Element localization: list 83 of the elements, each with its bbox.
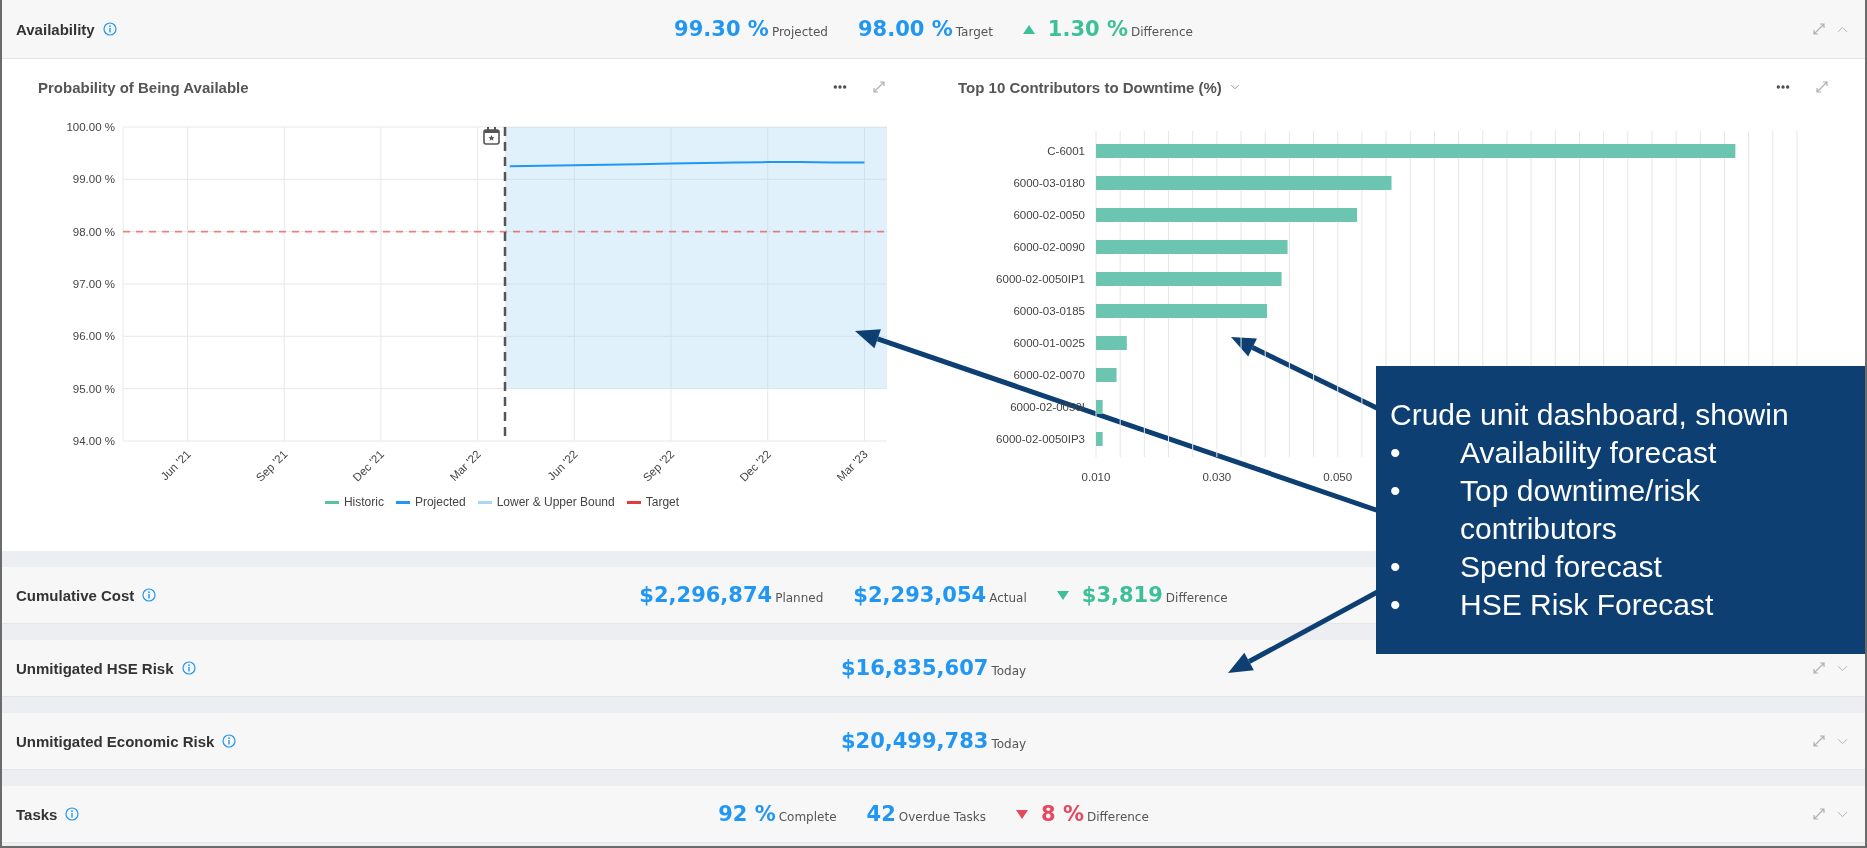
metric-value: 8 %: [1041, 802, 1084, 826]
y-axis-label: 96.00 %: [72, 330, 115, 343]
info-icon[interactable]: [181, 661, 196, 675]
category-label: 6000-02-0090: [1013, 241, 1085, 253]
x-axis-label: Dec '21: [350, 447, 387, 484]
panel-title: Top 10 Contributors to Downtime (%): [958, 78, 1222, 96]
category-label: 6000-02-0050IP3: [996, 433, 1085, 445]
metric-label: Today: [991, 737, 1027, 751]
y-axis-label: 98.00 %: [72, 225, 115, 238]
metric-value: $2,296,874: [639, 583, 773, 607]
expand-icon[interactable]: [1812, 22, 1826, 36]
category-label: 6000-02-0070: [1013, 369, 1085, 381]
legend-item[interactable]: Historic: [324, 495, 384, 509]
expand-icon[interactable]: [1812, 807, 1826, 821]
section-title: Tasks: [16, 805, 58, 823]
bullet-marker: •: [1390, 473, 1402, 509]
metric-value: $3,819: [1081, 583, 1163, 607]
metric-label: Difference: [1087, 810, 1149, 824]
metric-label: Projected: [771, 25, 828, 39]
legend-item[interactable]: Target: [626, 495, 680, 509]
callout-heading: Crude unit dashboard, showin: [1390, 397, 1789, 433]
x-axis-label: 0.030: [1202, 471, 1232, 483]
y-axis-label: 94.00 %: [72, 435, 115, 447]
y-axis-label: 100.00 %: [66, 121, 115, 133]
info-icon[interactable]: [65, 807, 80, 821]
metric-label: Today: [991, 664, 1027, 678]
expand-icon[interactable]: [872, 80, 886, 94]
x-axis-label: Dec '22: [737, 447, 774, 484]
x-axis-label: 0.010: [1081, 471, 1111, 483]
expand-icon[interactable]: [1815, 80, 1829, 94]
bullet-marker: •: [1390, 435, 1402, 471]
x-axis-label: Sep '22: [640, 447, 677, 484]
x-axis-label: Mar '23: [834, 447, 870, 484]
metric-value: 42: [866, 802, 896, 826]
metric-label: Planned: [775, 591, 824, 605]
info-icon[interactable]: [102, 22, 117, 36]
panel-title: Probability of Being Available: [38, 78, 249, 96]
metric-value: 1.30 %: [1047, 17, 1128, 41]
calendar-icon: [483, 127, 500, 145]
x-axis-label: Sep '21: [253, 447, 290, 484]
bullet-text: Availability forecast: [1460, 435, 1718, 471]
metric-value: 92 %: [718, 802, 776, 826]
bullet-text: Top downtime/risk contributors: [1460, 473, 1702, 547]
y-axis-label: 97.00 %: [72, 278, 115, 290]
section-header[interactable]: Unmitigated Economic Risk $20,499,783 Today: [2, 713, 1865, 770]
legend-item[interactable]: Lower & Upper Bound: [477, 495, 615, 509]
y-axis-label: 99.00 %: [72, 173, 115, 186]
y-axis-label: 95.00 %: [72, 382, 115, 395]
legend-item[interactable]: Projected: [395, 495, 466, 509]
section-title: Availability: [16, 20, 95, 38]
category-label: 6000-01-0025: [1013, 337, 1085, 349]
metric-value: $16,835,607: [840, 656, 989, 680]
metric-label: Difference: [1131, 25, 1193, 39]
bullet-text: HSE Risk Forecast: [1460, 587, 1715, 623]
expand-icon[interactable]: [1812, 734, 1826, 748]
x-axis-label: Jun '21: [158, 447, 193, 483]
bullet-marker: •: [1390, 587, 1402, 623]
section-header[interactable]: Unmitigated HSE Risk $16,835,607 Today: [2, 640, 1865, 697]
section-title: Unmitigated Economic Risk: [16, 732, 215, 750]
section-header[interactable]: Tasks 92 %Complete 42 Overdue Tasks 8 %Difference: [2, 786, 1865, 843]
category-label: C-6001: [1047, 145, 1085, 157]
category-label: 6000-02-0050IP1: [996, 273, 1085, 285]
metric-label: Difference: [1165, 591, 1228, 605]
expand-icon[interactable]: [1812, 661, 1826, 675]
category-label: 6000-02-0050: [1013, 209, 1085, 221]
metric-value: 99.30 %: [674, 17, 769, 41]
metric-label: Target: [955, 25, 993, 39]
category-label: 6000-03-0180: [1013, 177, 1085, 189]
info-icon[interactable]: [222, 734, 237, 748]
metric-value: $2,293,054: [853, 583, 987, 607]
x-axis-label: Jun '22: [545, 447, 580, 483]
section-title: Cumulative Cost: [16, 586, 135, 604]
metric-label: Complete: [778, 810, 837, 824]
x-axis-label: 0.050: [1323, 471, 1353, 483]
metric-label: Overdue Tasks: [898, 810, 986, 824]
x-axis-label: Mar '22: [447, 447, 483, 484]
metric-label: Actual: [989, 591, 1027, 605]
section-title: Unmitigated HSE Risk: [16, 659, 174, 677]
category-label: 6000-03-0185: [1013, 305, 1085, 317]
section-header[interactable]: Availability 99.30 %Projected 98.00 %Target 1.30 %Difference: [2, 0, 1865, 59]
metric-value: $20,499,783: [840, 729, 989, 753]
info-icon[interactable]: [142, 588, 157, 602]
metric-value: 98.00 %: [857, 17, 953, 41]
